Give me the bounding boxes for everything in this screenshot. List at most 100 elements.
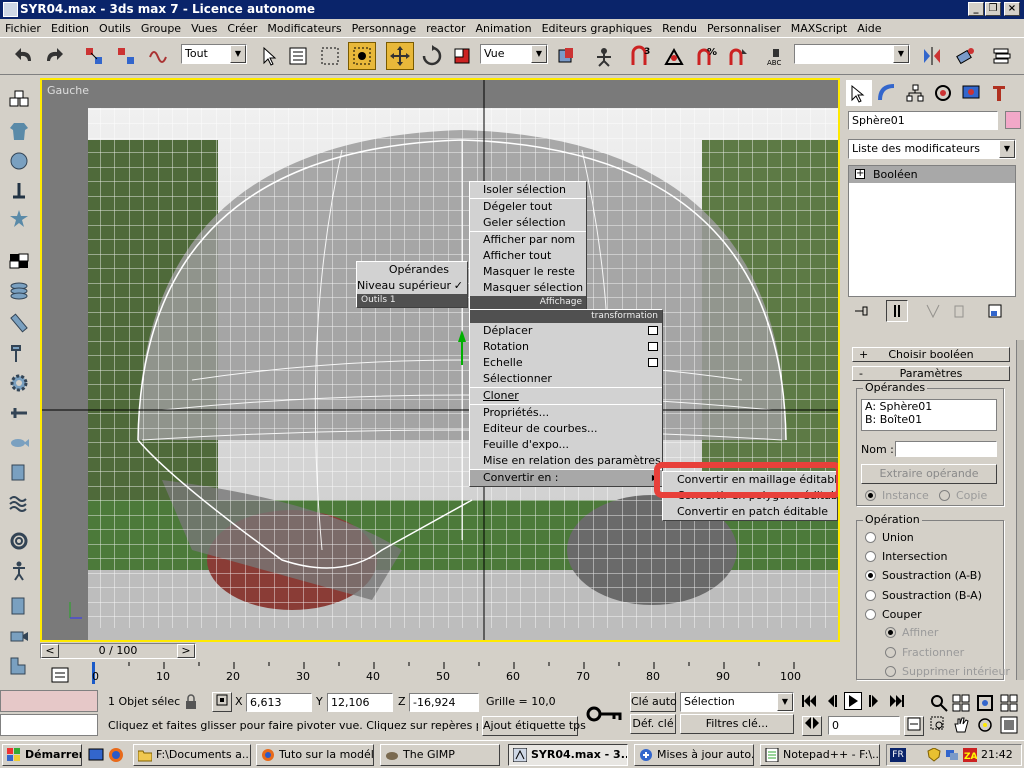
align-icon[interactable] (952, 42, 980, 70)
menu-creer[interactable]: Créer (222, 22, 262, 35)
settings-box-icon[interactable] (648, 358, 658, 367)
trackbar-ruler[interactable]: 0 10 20 30 40 50 60 70 80 90 100 (80, 662, 845, 684)
menu-item-editeur-courbes[interactable]: Editeur de courbes... (470, 421, 662, 437)
operands-list[interactable]: A: Sphère01 B: Boîte01 (861, 399, 997, 431)
time-config-icon[interactable] (904, 716, 924, 736)
spinner-snap-icon[interactable] (724, 42, 752, 70)
modify-tab-icon[interactable] (874, 80, 900, 106)
key-selection-combo[interactable]: Sélection ▼ (680, 692, 794, 712)
biped-icon[interactable] (6, 558, 32, 584)
make-unique-icon[interactable] (922, 300, 944, 322)
radio-instance[interactable]: Instance (865, 489, 929, 502)
link-icon[interactable] (80, 42, 108, 70)
absolute-mode-icon[interactable] (212, 692, 232, 712)
radio-union[interactable]: Union (865, 531, 914, 544)
select-by-name-icon[interactable] (284, 42, 312, 70)
task-mises-a-jour[interactable]: Mises à jour auto... (634, 744, 754, 766)
radio-soustraction-ab[interactable]: Soustraction (A-B) (865, 569, 982, 582)
panel-scrollbar[interactable] (1016, 340, 1024, 680)
bind-spacewarp-icon[interactable] (144, 42, 172, 70)
current-frame-field[interactable]: 0 (828, 716, 900, 735)
zoom-extents-all-icon[interactable] (1000, 694, 1018, 712)
menu-item-deplacer[interactable]: Déplacer (470, 323, 662, 339)
named-selection-combo[interactable]: ▼ (794, 44, 910, 64)
pages-icon[interactable] (6, 460, 32, 486)
show-end-result-icon[interactable] (886, 300, 908, 322)
time-slider[interactable]: < > 0 / 100 (40, 642, 840, 660)
create-tab-icon[interactable] (846, 80, 872, 106)
menu-item-cloner[interactable]: Cloner (470, 388, 662, 404)
menu-rendu[interactable]: Rendu (657, 22, 702, 35)
operand-name-field[interactable] (895, 441, 997, 457)
star-icon[interactable] (6, 206, 32, 232)
checker-icon[interactable] (6, 248, 32, 274)
knot-icon[interactable] (6, 528, 32, 554)
percent-snap-icon[interactable]: % (692, 42, 720, 70)
redo-icon[interactable] (40, 42, 68, 70)
expand-icon[interactable]: + (855, 169, 865, 179)
task-3dsmax[interactable]: SYR04.max - 3... (508, 744, 628, 766)
minimize-button[interactable]: _ (968, 2, 984, 16)
pin-icon[interactable] (6, 178, 32, 204)
radio-fractionner[interactable]: Fractionner (885, 646, 964, 659)
region-zoom-icon[interactable] (930, 716, 948, 734)
menu-item-isoler[interactable]: Isoler sélection (470, 182, 586, 198)
key-mode-toggle-icon[interactable] (802, 716, 822, 736)
crowd-icon[interactable] (6, 593, 32, 619)
tube-icon[interactable] (6, 310, 32, 336)
menu-reactor[interactable]: reactor (421, 22, 470, 35)
angle-snap-icon[interactable] (660, 42, 688, 70)
menu-modificateurs[interactable]: Modificateurs (262, 22, 346, 35)
rollout-choisir-booleen[interactable]: + Choisir booléen (852, 347, 1010, 362)
menu-animation[interactable]: Animation (471, 22, 537, 35)
play-icon[interactable] (844, 692, 862, 710)
menu-item-feuille-expo[interactable]: Feuille d'expo... (470, 437, 662, 453)
menu-item-niveau-superieur[interactable]: Niveau supérieur ✓ (357, 278, 467, 294)
fish-icon[interactable] (6, 430, 32, 456)
menu-item-convertir-en[interactable]: Convertir en : ▶ (470, 470, 662, 486)
mirror-icon[interactable] (918, 42, 946, 70)
time-slider-track[interactable]: < > 0 / 100 (40, 643, 196, 659)
network-icon[interactable] (945, 748, 959, 762)
menu-edition[interactable]: Edition (46, 22, 94, 35)
modifier-list-combo[interactable]: Liste des modificateurs ▼ (848, 139, 1016, 159)
maxscript-listener-mini[interactable] (0, 690, 98, 712)
settings-box-icon[interactable] (648, 342, 658, 351)
zoom-extents-icon[interactable] (976, 694, 994, 712)
menu-maxscript[interactable]: MAXScript (786, 22, 852, 35)
zoom-all-icon[interactable] (952, 694, 970, 712)
zonealarm-icon[interactable]: ZA (963, 748, 978, 762)
go-to-start-icon[interactable] (800, 692, 818, 710)
radio-intersection[interactable]: Intersection (865, 550, 947, 563)
puzzle-icon[interactable] (6, 653, 32, 679)
maxscript-input[interactable] (0, 714, 98, 736)
configure-sets-icon[interactable] (984, 300, 1006, 322)
menu-item-convert-patch[interactable]: Convertir en patch éditable (663, 504, 837, 520)
add-time-tag-button[interactable]: Ajout étiquette tps (482, 716, 586, 736)
menu-editeurs-graphiques[interactable]: Editeurs graphiques (537, 22, 658, 35)
menu-personnaliser[interactable]: Personnaliser (702, 22, 786, 35)
extract-operand-button[interactable]: Extraire opérande (861, 464, 997, 484)
pivot-center-icon[interactable] (552, 42, 580, 70)
menu-item-selectionner[interactable]: Sélectionner (470, 371, 662, 387)
menu-vues[interactable]: Vues (186, 22, 222, 35)
shirt-icon[interactable] (6, 118, 32, 144)
language-indicator[interactable]: FR (890, 748, 906, 762)
menu-fichier[interactable]: Fichier (0, 22, 46, 35)
display-tab-icon[interactable] (958, 80, 984, 106)
task-gimp[interactable]: The GIMP (380, 744, 500, 766)
scale-icon[interactable] (448, 42, 476, 70)
boxes-icon[interactable] (6, 88, 32, 114)
task-documents[interactable]: F:\Documents a... (133, 744, 251, 766)
maximize-viewport-icon[interactable] (1000, 716, 1018, 734)
menu-item-degeler[interactable]: Dégeler tout (470, 199, 586, 215)
operand-a[interactable]: A: Sphère01 (865, 400, 996, 413)
unlink-icon[interactable] (112, 42, 140, 70)
radio-supprimer-interieur[interactable]: Supprimer intérieur (885, 665, 1010, 678)
menu-item-geler[interactable]: Geler sélection (470, 215, 586, 231)
bone-icon[interactable] (6, 400, 32, 426)
close-button[interactable]: × (1004, 2, 1020, 16)
select-object-icon[interactable] (254, 42, 282, 70)
start-button[interactable]: Démarrer (2, 744, 82, 766)
motion-tab-icon[interactable] (930, 80, 956, 106)
